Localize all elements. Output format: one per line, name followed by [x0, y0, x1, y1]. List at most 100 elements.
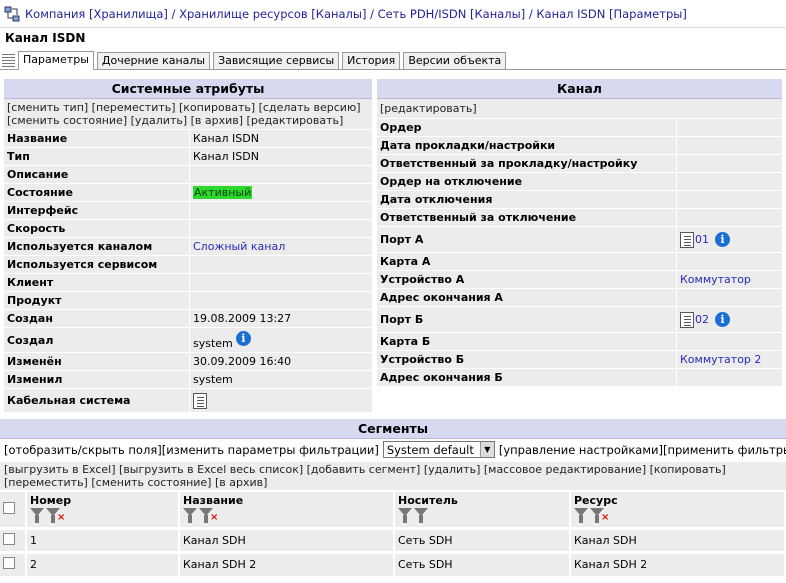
clear-filter-icon[interactable]	[590, 508, 604, 523]
device-link[interactable]: Коммутатор 2	[680, 353, 761, 366]
attribute-label: Кабельная система	[4, 389, 190, 412]
attribute-label: Создан	[4, 310, 190, 327]
section-title: Сегменты	[0, 419, 786, 439]
document-icon[interactable]	[193, 392, 207, 409]
clear-filter-icon[interactable]	[199, 508, 213, 523]
attribute-value-cell: Активный	[190, 184, 372, 201]
attribute-row: Используется сервисом	[4, 256, 372, 274]
port-link[interactable]: 01	[695, 233, 709, 246]
filter-icon[interactable]	[574, 508, 588, 523]
table-cell: Канал SDH	[570, 526, 786, 552]
channel-row: Ордер	[377, 119, 782, 137]
attribute-value-cell: 19.08.2009 13:27	[190, 310, 372, 327]
table-cell: Канал SDH 2	[570, 550, 786, 576]
menu-handle-icon[interactable]	[2, 53, 15, 68]
attribute-label: Интерфейс	[4, 202, 190, 219]
channel-label: Устройство А	[377, 271, 677, 288]
filter-links[interactable]: [отобразить/скрыть поля][изменить параме…	[4, 443, 379, 457]
attribute-row: Описание	[4, 166, 372, 184]
select-all-checkbox[interactable]	[3, 501, 15, 514]
channel-row: Устройство Б Коммутатор 2	[377, 351, 782, 369]
clear-filter-icon[interactable]	[46, 508, 60, 523]
channel-label: Порт А	[377, 227, 677, 252]
filter-icon[interactable]	[183, 508, 197, 523]
tab-bar: Параметры Дочерние каналы Зависящие серв…	[0, 51, 786, 70]
column-label[interactable]: Название	[183, 494, 390, 507]
channel-value-cell	[677, 155, 782, 172]
attribute-label: Изменил	[4, 371, 190, 388]
filter-icon[interactable]	[398, 508, 412, 523]
channel-row: Порт Б 02 i	[377, 307, 782, 333]
actions-line[interactable]: [переместить] [сменить состояние] [в арх…	[4, 476, 782, 489]
page-title: Канал ISDN	[5, 31, 86, 45]
column-header: Номер ×	[26, 492, 180, 528]
channel-row: Ответственный за отключение	[377, 209, 782, 227]
edit-link[interactable]: [редактировать]	[380, 102, 477, 115]
table-row[interactable]: 2 Канал SDH 2 Сеть SDH Канал SDH 2	[0, 550, 786, 576]
row-checkbox[interactable]	[3, 557, 15, 570]
attribute-label: Состояние	[4, 184, 190, 201]
channel-value-cell: Коммутатор	[677, 271, 782, 288]
actions-line[interactable]: [выгрузить в Excel] [выгрузить в Excel в…	[4, 463, 782, 476]
tab-parameters[interactable]: Параметры	[18, 51, 94, 70]
row-checkbox[interactable]	[3, 532, 15, 545]
tab-dependent-services[interactable]: Зависящие сервисы	[213, 52, 340, 69]
column-label[interactable]: Ресурс	[574, 494, 781, 507]
channel-row: Дата прокладки/настройки	[377, 137, 782, 155]
table-row[interactable]: 1 Канал SDH Сеть SDH Канал SDH	[0, 526, 786, 552]
attribute-row: Кабельная система	[4, 389, 372, 413]
used-by-channel-link[interactable]: Сложный канал	[193, 240, 285, 253]
attribute-row: Скорость	[4, 220, 372, 238]
panel-title: Системные атрибуты	[4, 79, 372, 99]
filter-icon[interactable]	[30, 508, 44, 523]
actions-line[interactable]: [сменить состояние] [удалить] [в архив] …	[7, 114, 369, 127]
attribute-label: Используется сервисом	[4, 256, 190, 273]
tab-history[interactable]: История	[342, 52, 401, 69]
info-icon[interactable]: i	[235, 331, 251, 346]
channel-label: Дата отключения	[377, 191, 677, 208]
actions-line[interactable]: [сменить тип] [переместить] [копировать]…	[7, 101, 369, 114]
clear-filter-icon[interactable]	[414, 508, 428, 523]
attribute-value-cell	[190, 274, 372, 291]
attribute-row: Интерфейс	[4, 202, 372, 220]
channel-label: Ордер на отключение	[377, 173, 677, 190]
info-icon[interactable]: i	[715, 232, 730, 247]
table-cell: Сеть SDH	[394, 550, 571, 576]
table-cell: Канал SDH 2	[179, 550, 395, 576]
attribute-row: Название Канал ISDN	[4, 130, 372, 148]
info-icon[interactable]: i	[715, 312, 730, 327]
tab-object-versions[interactable]: Версии объекта	[403, 52, 507, 69]
attribute-label: Название	[4, 130, 190, 147]
channel-value-cell: Коммутатор 2	[677, 351, 782, 368]
channel-value-cell	[677, 191, 782, 208]
column-header: Ресурс ×	[570, 492, 786, 528]
attribute-label: Клиент	[4, 274, 190, 291]
row-select-cell	[0, 526, 27, 552]
attribute-value-cell: system i	[190, 328, 372, 352]
hierarchy-icon[interactable]	[4, 6, 20, 22]
column-label[interactable]: Носитель	[398, 494, 566, 507]
attribute-label: Изменён	[4, 353, 190, 370]
attribute-value: Канал ISDN	[193, 132, 259, 145]
channel-label: Устройство Б	[377, 351, 677, 368]
document-icon[interactable]	[680, 311, 694, 328]
attribute-row: Продукт	[4, 292, 372, 310]
channel-label: Карта Б	[377, 333, 677, 350]
breadcrumb[interactable]: Компания [Хранилища] / Хранилище ресурсо…	[25, 7, 687, 21]
row-select-cell	[0, 550, 27, 576]
chevron-down-icon[interactable]: ▼	[479, 442, 494, 457]
settings-links[interactable]: [управление настройками][применить фильт…	[499, 443, 786, 457]
device-link[interactable]: Коммутатор	[680, 273, 751, 286]
document-icon[interactable]	[680, 231, 694, 248]
tab-child-channels[interactable]: Дочерние каналы	[96, 52, 211, 69]
attribute-value: system	[193, 373, 233, 386]
channel-label: Дата прокладки/настройки	[377, 137, 677, 154]
column-label[interactable]: Номер	[30, 494, 175, 507]
channel-value-cell	[677, 253, 782, 270]
attribute-value-cell: Сложный канал	[190, 238, 372, 255]
settings-select[interactable]: System default ▼	[382, 441, 495, 458]
port-link[interactable]: 02	[695, 313, 709, 326]
system-attributes-panel: Системные атрибуты [сменить тип] [переме…	[4, 79, 372, 413]
attribute-label: Описание	[4, 166, 190, 183]
channel-value-cell	[677, 369, 782, 386]
